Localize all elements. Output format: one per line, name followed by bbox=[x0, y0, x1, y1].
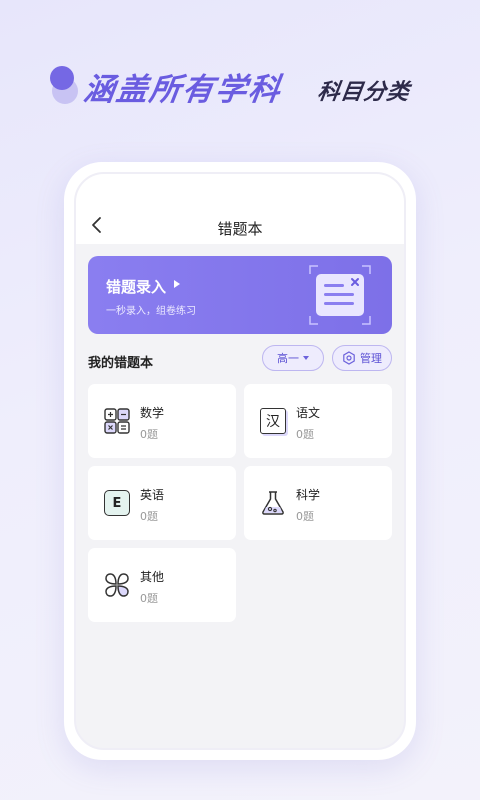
subject-card-english[interactable]: E 英语 0题 bbox=[88, 466, 236, 540]
subject-count: 0题 bbox=[296, 510, 314, 523]
subject-card-chinese[interactable]: 汉 语文 0题 bbox=[244, 384, 392, 458]
subject-name: 数学 bbox=[140, 406, 165, 420]
english-glyph: E bbox=[112, 495, 122, 511]
page-title: 错题本 bbox=[217, 220, 263, 238]
phone-frame: 错题本 错题录入 一秒录入，组卷练习 我的错题本 高一 管理 数学 0题 汉 语… bbox=[64, 162, 416, 760]
promo-title: 涵盖所有学科 bbox=[80, 72, 285, 108]
banner-title: 错题录入 bbox=[106, 278, 167, 296]
manage-label: 管理 bbox=[360, 352, 382, 365]
phone-screen: 错题本 错题录入 一秒录入，组卷练习 我的错题本 高一 管理 数学 0题 汉 语… bbox=[74, 172, 406, 750]
chinese-char-icon: 汉 bbox=[260, 408, 286, 434]
chinese-glyph: 汉 bbox=[266, 414, 280, 430]
subject-count: 0题 bbox=[296, 428, 314, 441]
promo-dot bbox=[50, 66, 74, 90]
subject-card-math[interactable]: 数学 0题 bbox=[88, 384, 236, 458]
promo-subtitle: 科目分类 bbox=[315, 80, 412, 105]
flask-icon bbox=[262, 491, 284, 515]
top-bar: 错题本 bbox=[76, 174, 404, 244]
subject-name: 语文 bbox=[296, 406, 321, 420]
clover-icon bbox=[105, 573, 129, 597]
english-e-icon: E bbox=[104, 490, 130, 516]
grade-selected-value: 高一 bbox=[277, 352, 299, 365]
subject-name: 科学 bbox=[296, 488, 321, 502]
section-title: 我的错题本 bbox=[88, 356, 154, 371]
hexagon-settings-icon bbox=[343, 351, 355, 365]
caret-down-icon bbox=[303, 356, 309, 360]
subject-card-science[interactable]: 科学 0题 bbox=[244, 466, 392, 540]
document-scan-icon bbox=[309, 265, 371, 325]
subject-card-other[interactable]: 其他 0题 bbox=[88, 548, 236, 622]
record-mistake-banner[interactable]: 错题录入 一秒录入，组卷练习 bbox=[88, 256, 392, 334]
banner-subtitle: 一秒录入，组卷练习 bbox=[106, 306, 196, 317]
play-arrow-icon bbox=[174, 280, 180, 288]
subject-name: 英语 bbox=[140, 488, 165, 502]
manage-button[interactable]: 管理 bbox=[332, 345, 392, 371]
subject-count: 0题 bbox=[140, 592, 158, 605]
math-grid-icon bbox=[104, 408, 130, 434]
grade-dropdown[interactable]: 高一 bbox=[262, 345, 324, 371]
subject-count: 0题 bbox=[140, 510, 158, 523]
subject-name: 其他 bbox=[140, 570, 165, 584]
subject-count: 0题 bbox=[140, 428, 158, 441]
